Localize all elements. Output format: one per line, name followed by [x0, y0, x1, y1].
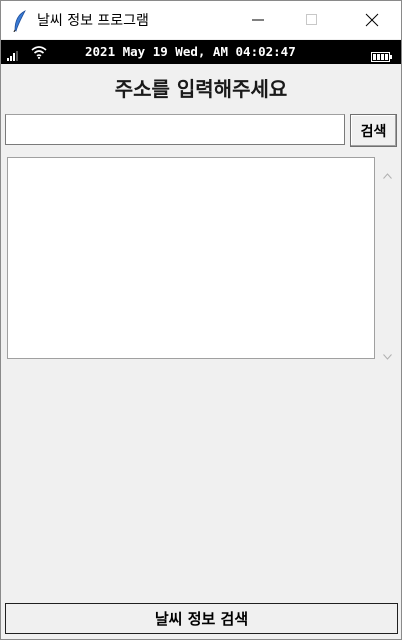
- feather-icon: [13, 10, 27, 33]
- close-icon: [365, 13, 379, 27]
- battery-icon: [371, 47, 393, 66]
- weather-search-button[interactable]: 날씨 정보 검색: [5, 603, 398, 634]
- address-prompt-label: 주소를 입력해주세요: [114, 77, 288, 101]
- datetime-display: 2021 May 19 Wed, AM 04:02:47: [85, 44, 296, 59]
- close-button[interactable]: [349, 1, 395, 39]
- title-bar[interactable]: 날씨 정보 프로그램: [1, 1, 401, 39]
- maximize-button[interactable]: [289, 1, 335, 39]
- status-bar: 2021 May 19 Wed, AM 04:02:47: [1, 40, 401, 64]
- scroll-down-icon[interactable]: [383, 345, 392, 364]
- maximize-icon: [306, 14, 317, 25]
- scroll-up-icon[interactable]: [383, 164, 392, 183]
- search-button[interactable]: 검색: [350, 114, 397, 147]
- address-input[interactable]: [5, 114, 345, 145]
- minimize-button[interactable]: [235, 1, 281, 39]
- wifi-icon: [31, 44, 47, 63]
- window-title: 날씨 정보 프로그램: [37, 13, 149, 29]
- signal-icon: [7, 46, 19, 65]
- result-text-area[interactable]: [7, 157, 375, 359]
- result-scrollbar[interactable]: [377, 157, 397, 360]
- minimize-icon: [252, 19, 264, 21]
- app-window: 날씨 정보 프로그램 2021 May 19 Wed, AM 04:02:47 …: [0, 0, 402, 640]
